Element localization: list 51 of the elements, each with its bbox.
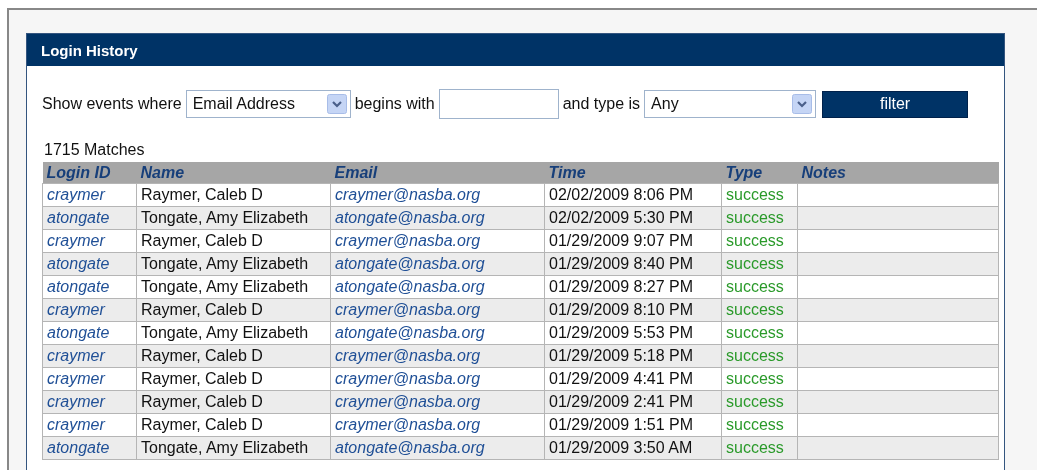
table-cell: 01/29/2009 5:53 PM [549, 324, 694, 341]
table-cell: Tongate, Amy Elizabeth [141, 439, 309, 456]
table-cell: Raymer, Caleb D [141, 370, 263, 387]
column-header[interactable]: Type [721, 162, 798, 184]
filter-label: Show events where [42, 95, 182, 113]
table-cell: 02/02/2009 8:06 PM [549, 186, 694, 203]
status-text: success [726, 186, 784, 203]
status-text: success [726, 439, 784, 456]
column-header[interactable]: Name [136, 162, 331, 184]
table-cell: Tongate, Amy Elizabeth [141, 324, 309, 341]
table-cell: Raymer, Caleb D [141, 393, 263, 410]
table-cell: Raymer, Caleb D [141, 416, 263, 433]
table-cell: Raymer, Caleb D [141, 232, 263, 249]
status-text: success [726, 370, 784, 387]
text-field[interactable] [438, 89, 559, 119]
filter-label: and type is [562, 95, 641, 113]
table-cell: 01/29/2009 8:10 PM [549, 301, 694, 318]
table-cell: 01/29/2009 5:18 PM [549, 347, 694, 364]
dropdown[interactable]: Email Address [185, 90, 351, 118]
status-text: success [726, 347, 784, 364]
status-text: success [726, 416, 784, 433]
match-count: 1715 Matches [43, 141, 146, 159]
status-text: success [726, 301, 784, 318]
filter-button[interactable]: filter [822, 90, 969, 118]
column-header[interactable]: Login ID [42, 162, 137, 184]
table-cell: 01/29/2009 9:07 PM [549, 232, 694, 249]
column-header[interactable]: Notes [797, 162, 999, 184]
dropdown[interactable]: Any [644, 90, 817, 118]
status-text: success [726, 324, 784, 341]
column-header[interactable]: Time [544, 162, 722, 184]
table-cell: Raymer, Caleb D [141, 347, 263, 364]
status-text: success [726, 255, 784, 272]
table-cell: Raymer, Caleb D [141, 186, 263, 203]
status-text: success [726, 232, 784, 249]
table-cell: Raymer, Caleb D [141, 301, 263, 318]
table-cell: 01/29/2009 2:41 PM [549, 393, 694, 410]
column-header[interactable]: Email [330, 162, 545, 184]
table-cell: Tongate, Amy Elizabeth [141, 255, 309, 272]
table-cell: 01/29/2009 1:51 PM [549, 416, 694, 433]
table-cell: Tongate, Amy Elizabeth [141, 278, 309, 295]
table-cell: 02/02/2009 5:30 PM [549, 209, 694, 226]
panel-title: Login History [41, 41, 138, 59]
table-cell: 01/29/2009 8:40 PM [549, 255, 694, 272]
status-text: success [726, 209, 784, 226]
table-cell: 01/29/2009 8:27 PM [549, 278, 694, 295]
table-cell: 01/29/2009 4:41 PM [549, 370, 694, 387]
status-text: success [726, 278, 784, 295]
filter-label: begins with [354, 95, 435, 113]
status-text: success [726, 393, 784, 410]
table-cell: Tongate, Amy Elizabeth [141, 209, 309, 226]
table-cell: 01/29/2009 3:50 AM [549, 439, 693, 456]
